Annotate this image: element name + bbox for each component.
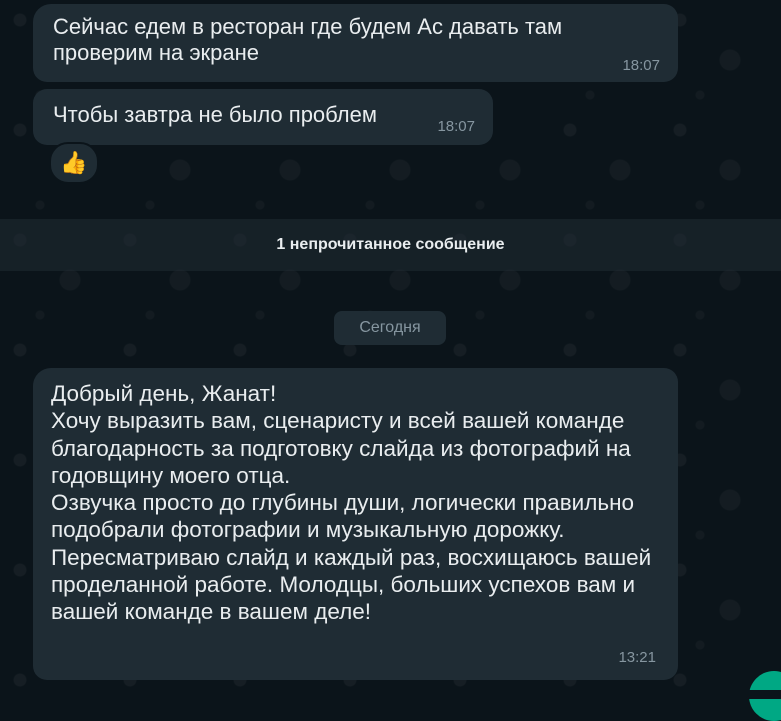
message-text: Чтобы завтра не было проблем: [53, 102, 377, 127]
bottom-edge: [0, 690, 781, 699]
message-time: 18:07: [437, 118, 475, 135]
message-time: 18:07: [622, 57, 660, 74]
thumbs-up-icon: 👍: [60, 150, 88, 175]
unread-messages-banner: 1 непрочитанное сообщение: [0, 219, 781, 271]
message-bubble[interactable]: Сейчас едем в ресторан где будем Ас дава…: [33, 4, 678, 82]
message-bubble[interactable]: Добрый день, Жанат! Хочу выразить вам, с…: [33, 368, 678, 680]
thumbs-up-reaction[interactable]: 👍: [49, 142, 99, 184]
message-time: 13:21: [618, 649, 656, 666]
date-divider-label: Сегодня: [359, 319, 421, 336]
date-divider: Сегодня: [334, 311, 446, 345]
unread-messages-label: 1 непрочитанное сообщение: [276, 236, 505, 253]
message-text: Сейчас едем в ресторан где будем Ас дава…: [53, 14, 569, 65]
message-text: Добрый день, Жанат! Хочу выразить вам, с…: [51, 381, 652, 625]
message-bubble[interactable]: Чтобы завтра не было проблем 18:07: [33, 89, 493, 145]
